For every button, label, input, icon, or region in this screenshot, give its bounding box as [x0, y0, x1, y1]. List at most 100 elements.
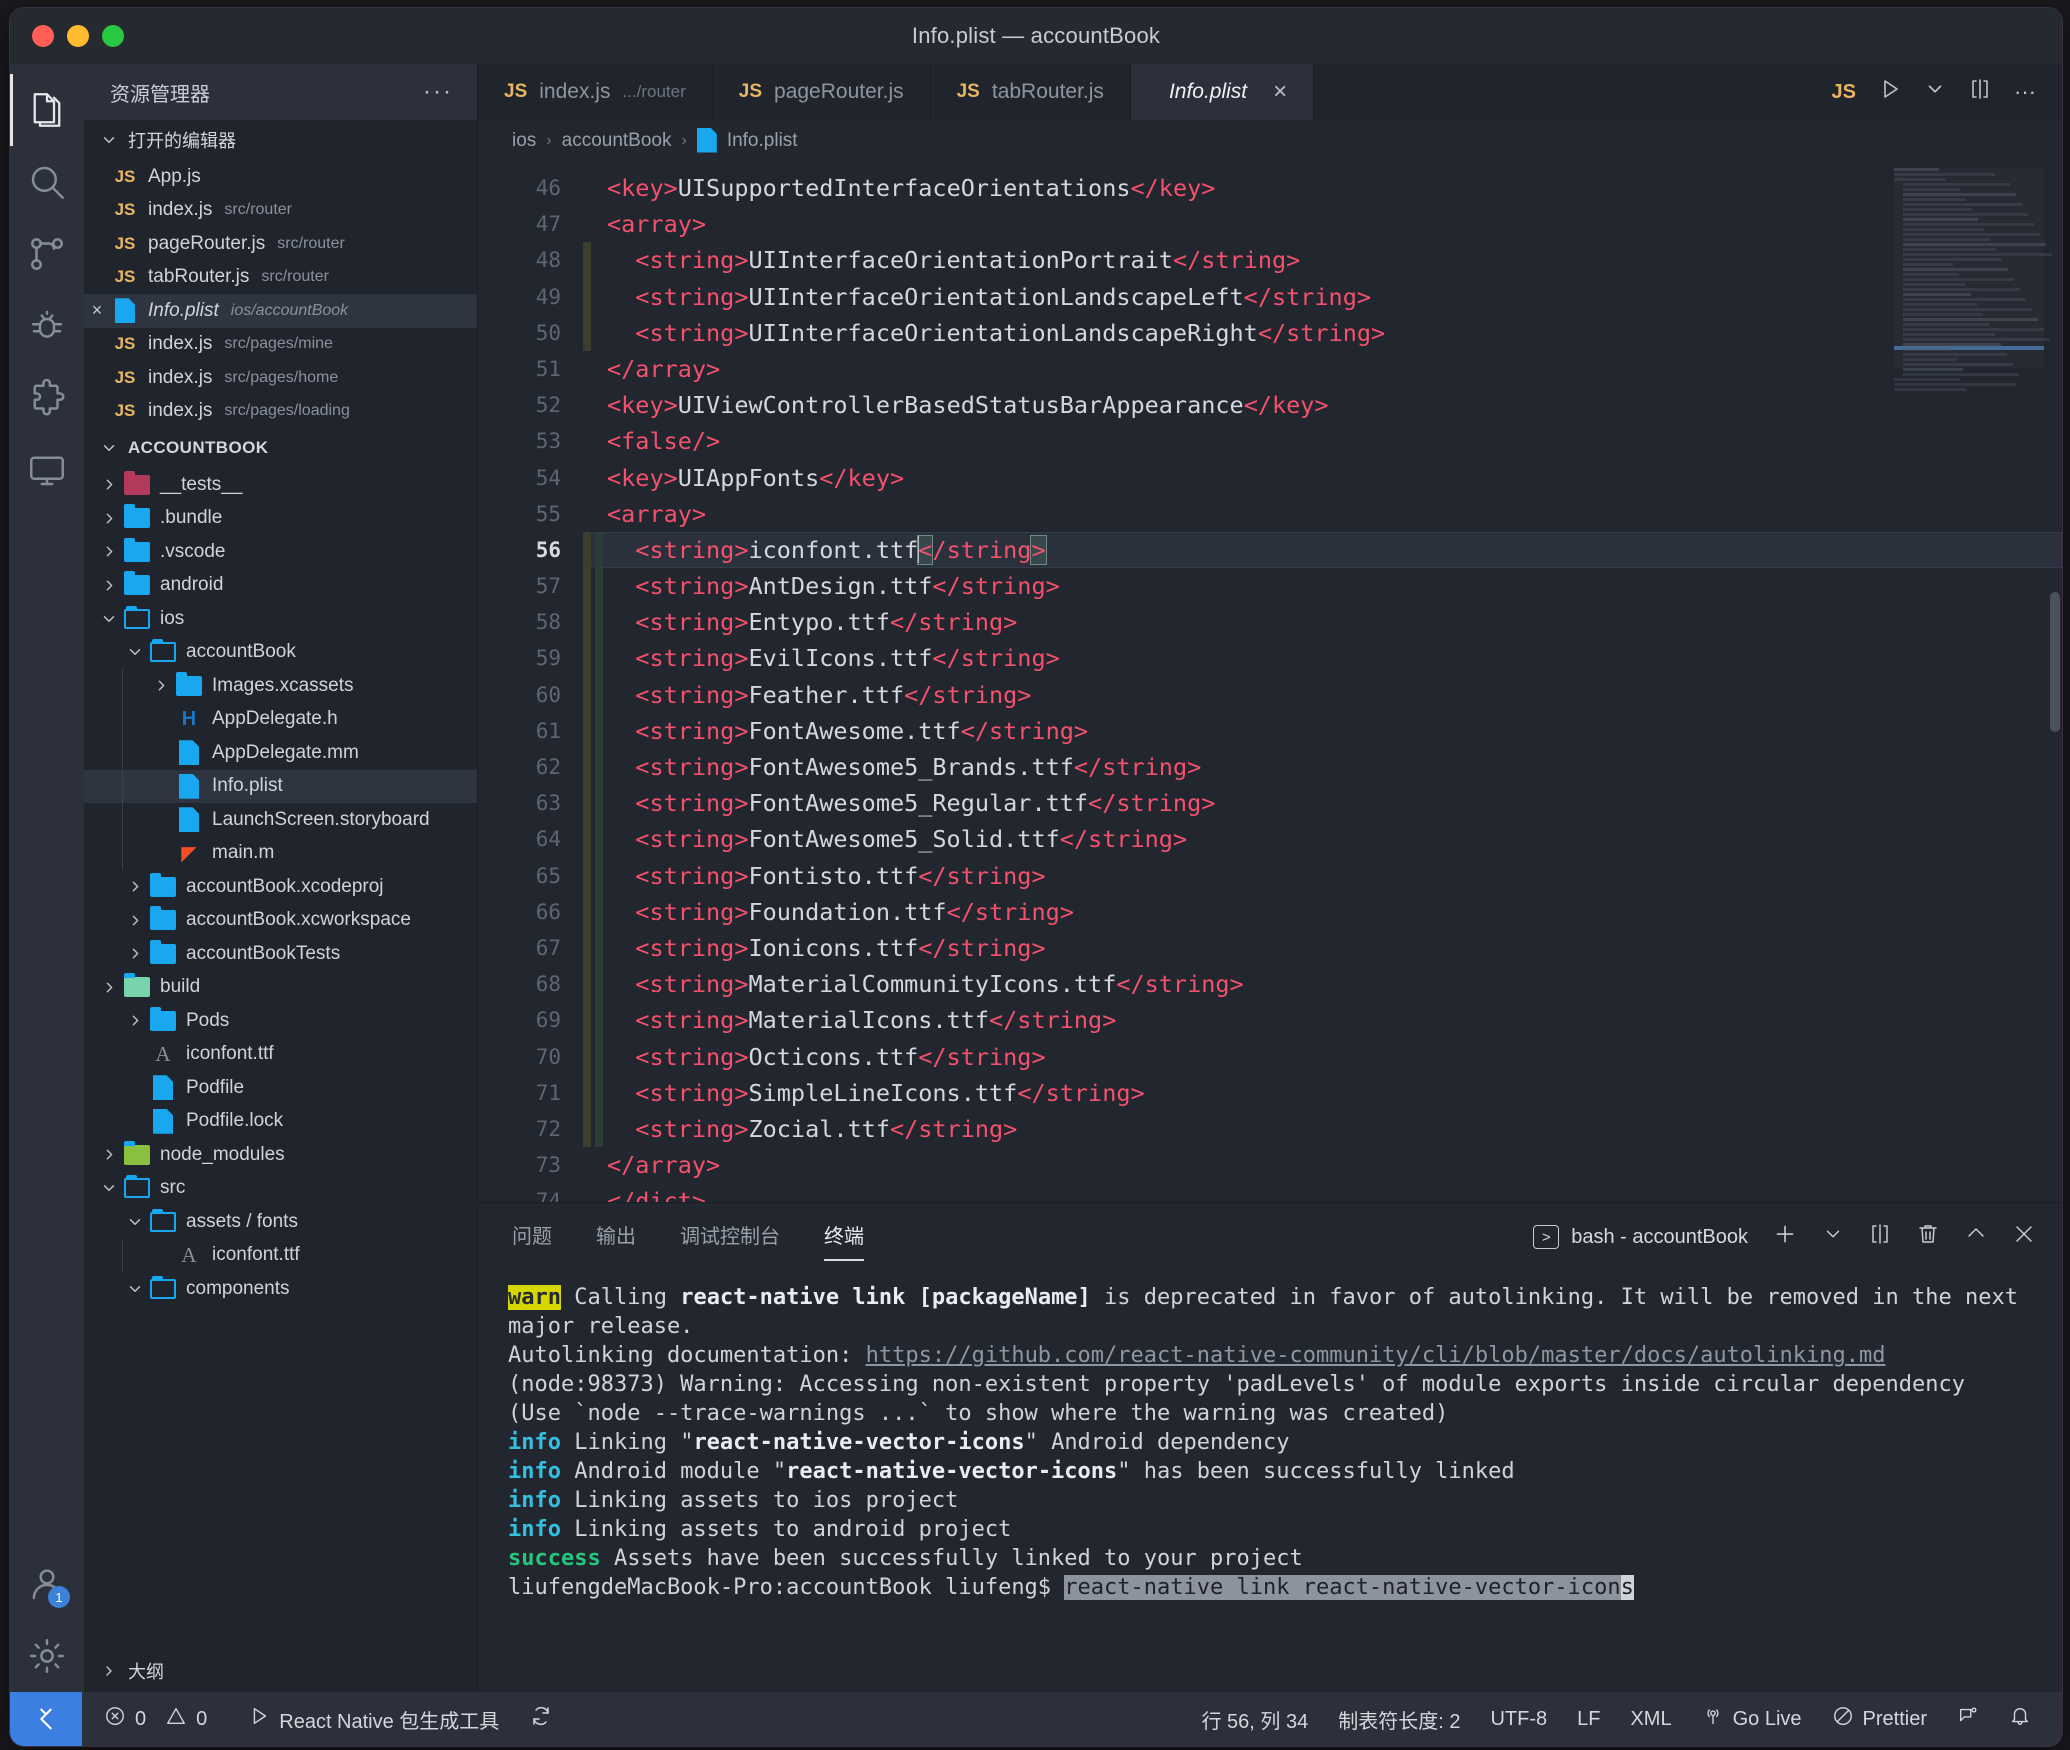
chevron-down-icon[interactable]	[122, 1213, 148, 1231]
chevron-right-icon[interactable]	[122, 912, 148, 929]
open-editor-item[interactable]: JS index.js src/pages/mine	[84, 328, 477, 362]
file-tree-row[interactable]: accountBookTests	[84, 937, 477, 971]
open-editor-item[interactable]: JS index.js src/pages/loading	[84, 395, 477, 429]
breadcrumb-item[interactable]: ios	[512, 130, 536, 152]
code-line[interactable]: <string>MaterialIcons.ttf</string>	[583, 1002, 2062, 1039]
editor-scrollbar[interactable]	[2050, 592, 2060, 732]
chevron-down-icon[interactable]	[1924, 78, 1946, 106]
project-section-header[interactable]: ACCOUNTBOOK	[84, 428, 477, 468]
code-line[interactable]: <key>UIViewControllerBasedStatusBarAppea…	[583, 387, 2062, 423]
status-prettier[interactable]: Prettier	[1817, 1705, 1942, 1733]
file-tree-row[interactable]: .bundle	[84, 502, 477, 536]
file-tree-row[interactable]: accountBook.xcworkspace	[84, 904, 477, 938]
code-line[interactable]: <string>Ionicons.ttf</string>	[583, 929, 2062, 967]
status-tab-size[interactable]: 制表符长度: 2	[1323, 1705, 1475, 1734]
file-tree-row[interactable]: LaunchScreen.storyboard	[84, 803, 477, 837]
panel-tab[interactable]: 调试控制台	[680, 1220, 780, 1255]
file-tree-row[interactable]: ◤ main.m	[84, 836, 477, 870]
code-line[interactable]: <string>FontAwesome5_Brands.ttf</string>	[583, 749, 2062, 786]
code-line[interactable]: </array>	[583, 351, 2062, 387]
activity-item-debug[interactable]	[10, 290, 84, 362]
chevron-right-icon[interactable]	[96, 979, 122, 996]
file-tree-row[interactable]: Aiconfont.ttf	[84, 1038, 477, 1072]
outline-section-header[interactable]: 大纲	[84, 1650, 477, 1692]
open-editors-section-header[interactable]: 打开的编辑器	[84, 120, 477, 160]
chevron-right-icon[interactable]	[122, 1012, 148, 1029]
status-feedback[interactable]	[1942, 1705, 1994, 1733]
file-tree-row[interactable]: android	[84, 569, 477, 603]
status-go-live[interactable]: Go Live	[1687, 1705, 1817, 1733]
code-line[interactable]: <string>Octicons.ttf</string>	[583, 1038, 2062, 1075]
status-encoding[interactable]: UTF-8	[1475, 1708, 1562, 1731]
file-tree-row[interactable]: accountBook.xcodeproj	[84, 870, 477, 904]
panel-tab[interactable]: 输出	[596, 1220, 636, 1255]
code-line[interactable]: <string>FontAwesome5_Solid.ttf</string>	[583, 821, 2062, 858]
activity-item-remote[interactable]	[10, 434, 84, 506]
file-tree-row[interactable]: build	[84, 971, 477, 1005]
file-tree-row[interactable]: Pods	[84, 1004, 477, 1038]
file-tree-row[interactable]: ios	[84, 602, 477, 636]
file-tree-row[interactable]: .vscode	[84, 535, 477, 569]
new-terminal-icon[interactable]	[1772, 1221, 1798, 1253]
status-sync[interactable]	[514, 1704, 568, 1734]
chevron-down-icon[interactable]	[96, 610, 122, 628]
split-terminal-icon[interactable]	[1868, 1222, 1892, 1252]
code-line[interactable]: <string>UIInterfaceOrientationLandscapeR…	[583, 314, 2062, 351]
code-line[interactable]: <string>MaterialCommunityIcons.ttf</stri…	[583, 966, 2062, 1003]
panel-tab[interactable]: 问题	[512, 1220, 552, 1255]
activity-item-search[interactable]	[10, 146, 84, 218]
code-editor[interactable]: 46 47 48 49 50 51 52 53 54 55 56 57 58 59 60 61 62 63 64 65…	[478, 162, 2062, 1202]
panel-tab[interactable]: 终端	[824, 1220, 864, 1261]
code-line[interactable]: <string>FontAwesome.ttf</string>	[583, 712, 2062, 749]
status-notifications[interactable]	[1994, 1705, 2046, 1733]
status-cursor-position[interactable]: 行 56, 列 34	[1186, 1705, 1323, 1734]
code-line[interactable]: <string>EvilIcons.ttf</string>	[583, 640, 2062, 677]
terminal-output[interactable]: warn Calling react-native link [packageN…	[478, 1271, 2062, 1692]
terminal-selector[interactable]: > bash - accountBook	[1533, 1225, 1748, 1249]
activity-item-settings[interactable]	[10, 1620, 84, 1692]
activity-item-explorer[interactable]	[10, 74, 84, 146]
remote-window-icon[interactable]	[10, 1692, 82, 1746]
code-line[interactable]: <string>Entypo.ttf</string>	[583, 604, 2062, 641]
code-line[interactable]: <string>iconfont.ttf</string>	[583, 531, 2062, 569]
file-tree-row[interactable]: accountBook	[84, 636, 477, 670]
editor-tab[interactable]: JS pageRouter.js	[712, 64, 931, 120]
file-tree-row[interactable]: __tests__	[84, 468, 477, 502]
code-line[interactable]: <string>UIInterfaceOrientationPortrait</…	[583, 242, 2062, 279]
activity-item-extensions[interactable]	[10, 362, 84, 434]
code-line[interactable]: <string>Fontisto.ttf</string>	[583, 857, 2062, 894]
chevron-right-icon[interactable]	[148, 677, 174, 694]
breadcrumb-item[interactable]: accountBook	[562, 130, 672, 152]
close-tab-icon[interactable]: ×	[1273, 78, 1287, 106]
editor-tab[interactable]: JS index.js .../router	[478, 64, 713, 120]
code-line[interactable]: <string>AntDesign.ttf</string>	[583, 568, 2062, 605]
breadcrumb-item[interactable]: Info.plist	[727, 130, 798, 152]
file-tree-row[interactable]: node_modules	[84, 1138, 477, 1172]
status-eol[interactable]: LF	[1562, 1708, 1615, 1731]
code-line[interactable]: <false/>	[583, 423, 2062, 459]
split-editor-icon[interactable]	[1968, 77, 1992, 107]
code-line[interactable]: </dict>	[583, 1183, 2062, 1202]
chevron-right-icon[interactable]	[96, 577, 122, 594]
close-icon[interactable]	[2012, 1222, 2036, 1252]
chevron-down-icon[interactable]	[1822, 1223, 1844, 1251]
terminal-link[interactable]: https://github.com/react-native-communit…	[866, 1343, 1886, 1368]
file-tree-row[interactable]: H AppDelegate.h	[84, 702, 477, 736]
file-tree-row[interactable]: assets / fonts	[84, 1205, 477, 1239]
open-editor-item[interactable]: × Info.plist ios/accountBook	[84, 294, 477, 328]
chevron-down-icon[interactable]	[122, 643, 148, 661]
editor-tab[interactable]: JS tabRouter.js	[930, 64, 1131, 120]
code-line[interactable]: <string>Zocial.ttf</string>	[583, 1110, 2062, 1148]
file-tree-row[interactable]: Images.xcassets	[84, 669, 477, 703]
sidebar-more-actions-icon[interactable]: ···	[423, 80, 453, 104]
file-tree-row[interactable]: src	[84, 1172, 477, 1206]
code-line[interactable]: <string>FontAwesome5_Regular.ttf</string…	[583, 785, 2062, 822]
open-editor-item[interactable]: JS App.js	[84, 160, 477, 194]
chevron-right-icon[interactable]	[122, 945, 148, 962]
chevron-right-icon[interactable]	[96, 543, 122, 560]
chevron-down-icon[interactable]	[122, 1280, 148, 1298]
chevron-right-icon[interactable]	[122, 878, 148, 895]
file-tree-row[interactable]: Info.plist	[84, 769, 477, 803]
status-problems[interactable]: 0 0	[82, 1705, 222, 1733]
open-editor-item[interactable]: JS index.js src/router	[84, 194, 477, 228]
